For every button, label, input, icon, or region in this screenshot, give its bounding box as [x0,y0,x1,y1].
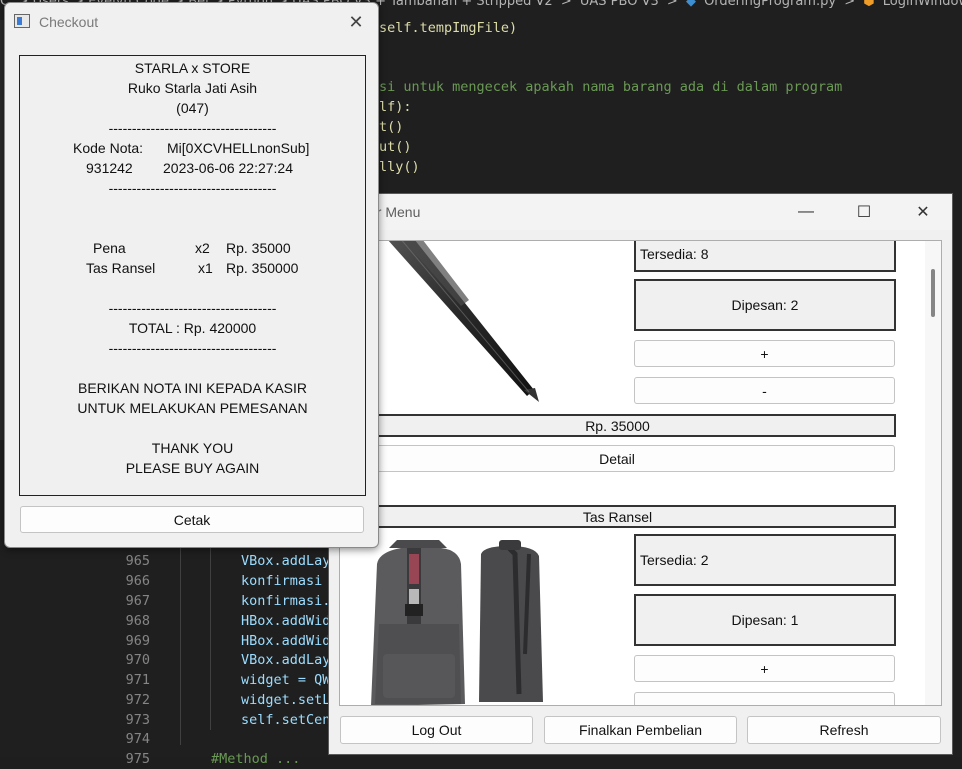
product-name-label: Tas Ransel [340,505,896,528]
backpack-image [349,534,561,705]
breadcrumb-separator: > [666,0,678,9]
code-line: widget = QW [241,672,331,688]
line-item-name: Pena [93,240,126,256]
code-line: t() [379,119,404,135]
order-titlebar[interactable]: er Menu — ☐ ✕ [329,194,952,230]
line-number: 967 [125,593,150,609]
logout-button[interactable]: Log Out [340,716,533,744]
price-label: Rp. 35000 [340,414,896,437]
breadcrumb-folder[interactable]: UAS PBO V3 [580,0,659,9]
pen-image [349,241,561,408]
separator: ------------------------------------ [108,180,277,196]
indent-guide [180,545,181,745]
thank-you-text: PLEASE BUY AGAIN [125,460,260,476]
scrollbar-thumb[interactable] [931,269,935,317]
decrease-qty-button[interactable] [634,692,895,705]
vertical-scrollbar[interactable] [925,241,941,705]
checkout-window: Checkout ✕ STARLA x STORE Ruko Starla Ja… [4,2,379,548]
increase-qty-button[interactable]: + [634,655,895,682]
breadcrumb-symbol[interactable]: LoginWindow [883,0,962,9]
code-line: HBox.addWid [241,633,331,649]
total-amount: TOTAL : Rp. 420000 [128,320,257,336]
code-comment: si untuk mengecek apakah nama barang ada… [379,79,843,95]
python-file-icon: ◆ [685,0,696,9]
increase-qty-button[interactable]: + [634,340,895,367]
product-list: Tersedia: 8 Dipesan: 2 + - Rp. 35000 Det… [340,241,941,705]
line-number: 973 [125,712,150,728]
code-line: widget.setL [241,692,331,708]
receipt-panel: STARLA x STORE Ruko Starla Jati Asih (04… [19,55,366,496]
line-number: 971 [125,672,150,688]
line-item-price: Rp. 350000 [226,260,299,276]
line-item-qty: x2 [195,240,210,256]
code-line: konfirmasi [241,573,323,589]
stock-box: Tersedia: 8 [634,241,896,272]
app-icon [14,14,30,28]
code-line: VBox.addLay [241,652,331,668]
code-line: ut() [379,139,412,155]
detail-button[interactable]: Detail [340,445,895,472]
receipt-datetime: 2023-06-06 22:27:24 [163,160,293,176]
breadcrumb-separator: > [844,0,856,9]
code-line: self.tempImgFile) [379,20,518,36]
decrease-qty-button[interactable]: - [634,377,895,404]
receipt-message: BERIKAN NOTA INI KEPADA KASIR [78,380,307,396]
line-number: 966 [125,573,150,589]
order-menu-window: er Menu — ☐ ✕ Tersedia: 8 Dipesan: 2 + -… [328,193,953,755]
refresh-button[interactable]: Refresh [747,716,941,744]
code-line: lf): [379,99,412,115]
window-title: Checkout [39,14,99,30]
line-item-qty: x1 [198,260,213,276]
line-number: 969 [125,633,150,649]
line-item-price: Rp. 35000 [226,240,291,256]
ordered-box: Dipesan: 2 [634,279,896,331]
receipt-code-value: Mi[0XCVHELLnonSub] [167,140,310,156]
line-number: 974 [125,731,150,747]
line-number: 975 [125,751,150,767]
code-line: lly() [379,159,420,175]
separator: ------------------------------------ [108,340,277,356]
code-line: self.setCen [241,712,331,728]
breadcrumb-file[interactable]: OrderingProgram.py [704,0,836,9]
line-number: 965 [125,553,150,569]
close-icon[interactable]: ✕ [345,11,367,33]
close-icon[interactable]: ✕ [898,194,948,230]
store-branch: (047) [176,100,209,116]
line-item-name: Tas Ransel [86,260,156,276]
maximize-icon[interactable]: ☐ [839,194,889,230]
breadcrumb-separator: > [560,0,572,9]
line-number: 972 [125,692,150,708]
print-button[interactable]: Cetak [20,506,364,533]
line-number: 970 [125,652,150,668]
stock-box: Tersedia: 2 [634,534,896,586]
separator: ------------------------------------ [108,300,277,316]
indent-guide [210,545,211,730]
separator: ------------------------------------ [108,120,277,136]
product-scroll-area[interactable]: Tersedia: 8 Dipesan: 2 + - Rp. 35000 Det… [339,240,942,706]
store-name: STARLA x STORE [134,60,251,76]
finalize-purchase-button[interactable]: Finalkan Pembelian [544,716,737,744]
code-line: HBox.addWid [241,613,331,629]
store-address: Ruko Starla Jati Asih [127,80,258,96]
receipt-message: UNTUK MELAKUKAN PEMESANAN [77,400,308,416]
code-line: konfirmasi. [241,593,331,609]
code-line: VBox.addLay [241,553,331,569]
thank-you-text: THANK YOU [151,440,234,456]
ordered-box: Dipesan: 1 [634,594,896,646]
receipt-code-label: Kode Nota: [73,140,144,156]
code-comment: #Method ... [211,751,301,767]
class-icon: ⬢ [863,0,875,9]
receipt-number: 931242 [86,160,133,176]
line-number: 968 [125,613,150,629]
minimize-icon[interactable]: — [781,194,831,230]
